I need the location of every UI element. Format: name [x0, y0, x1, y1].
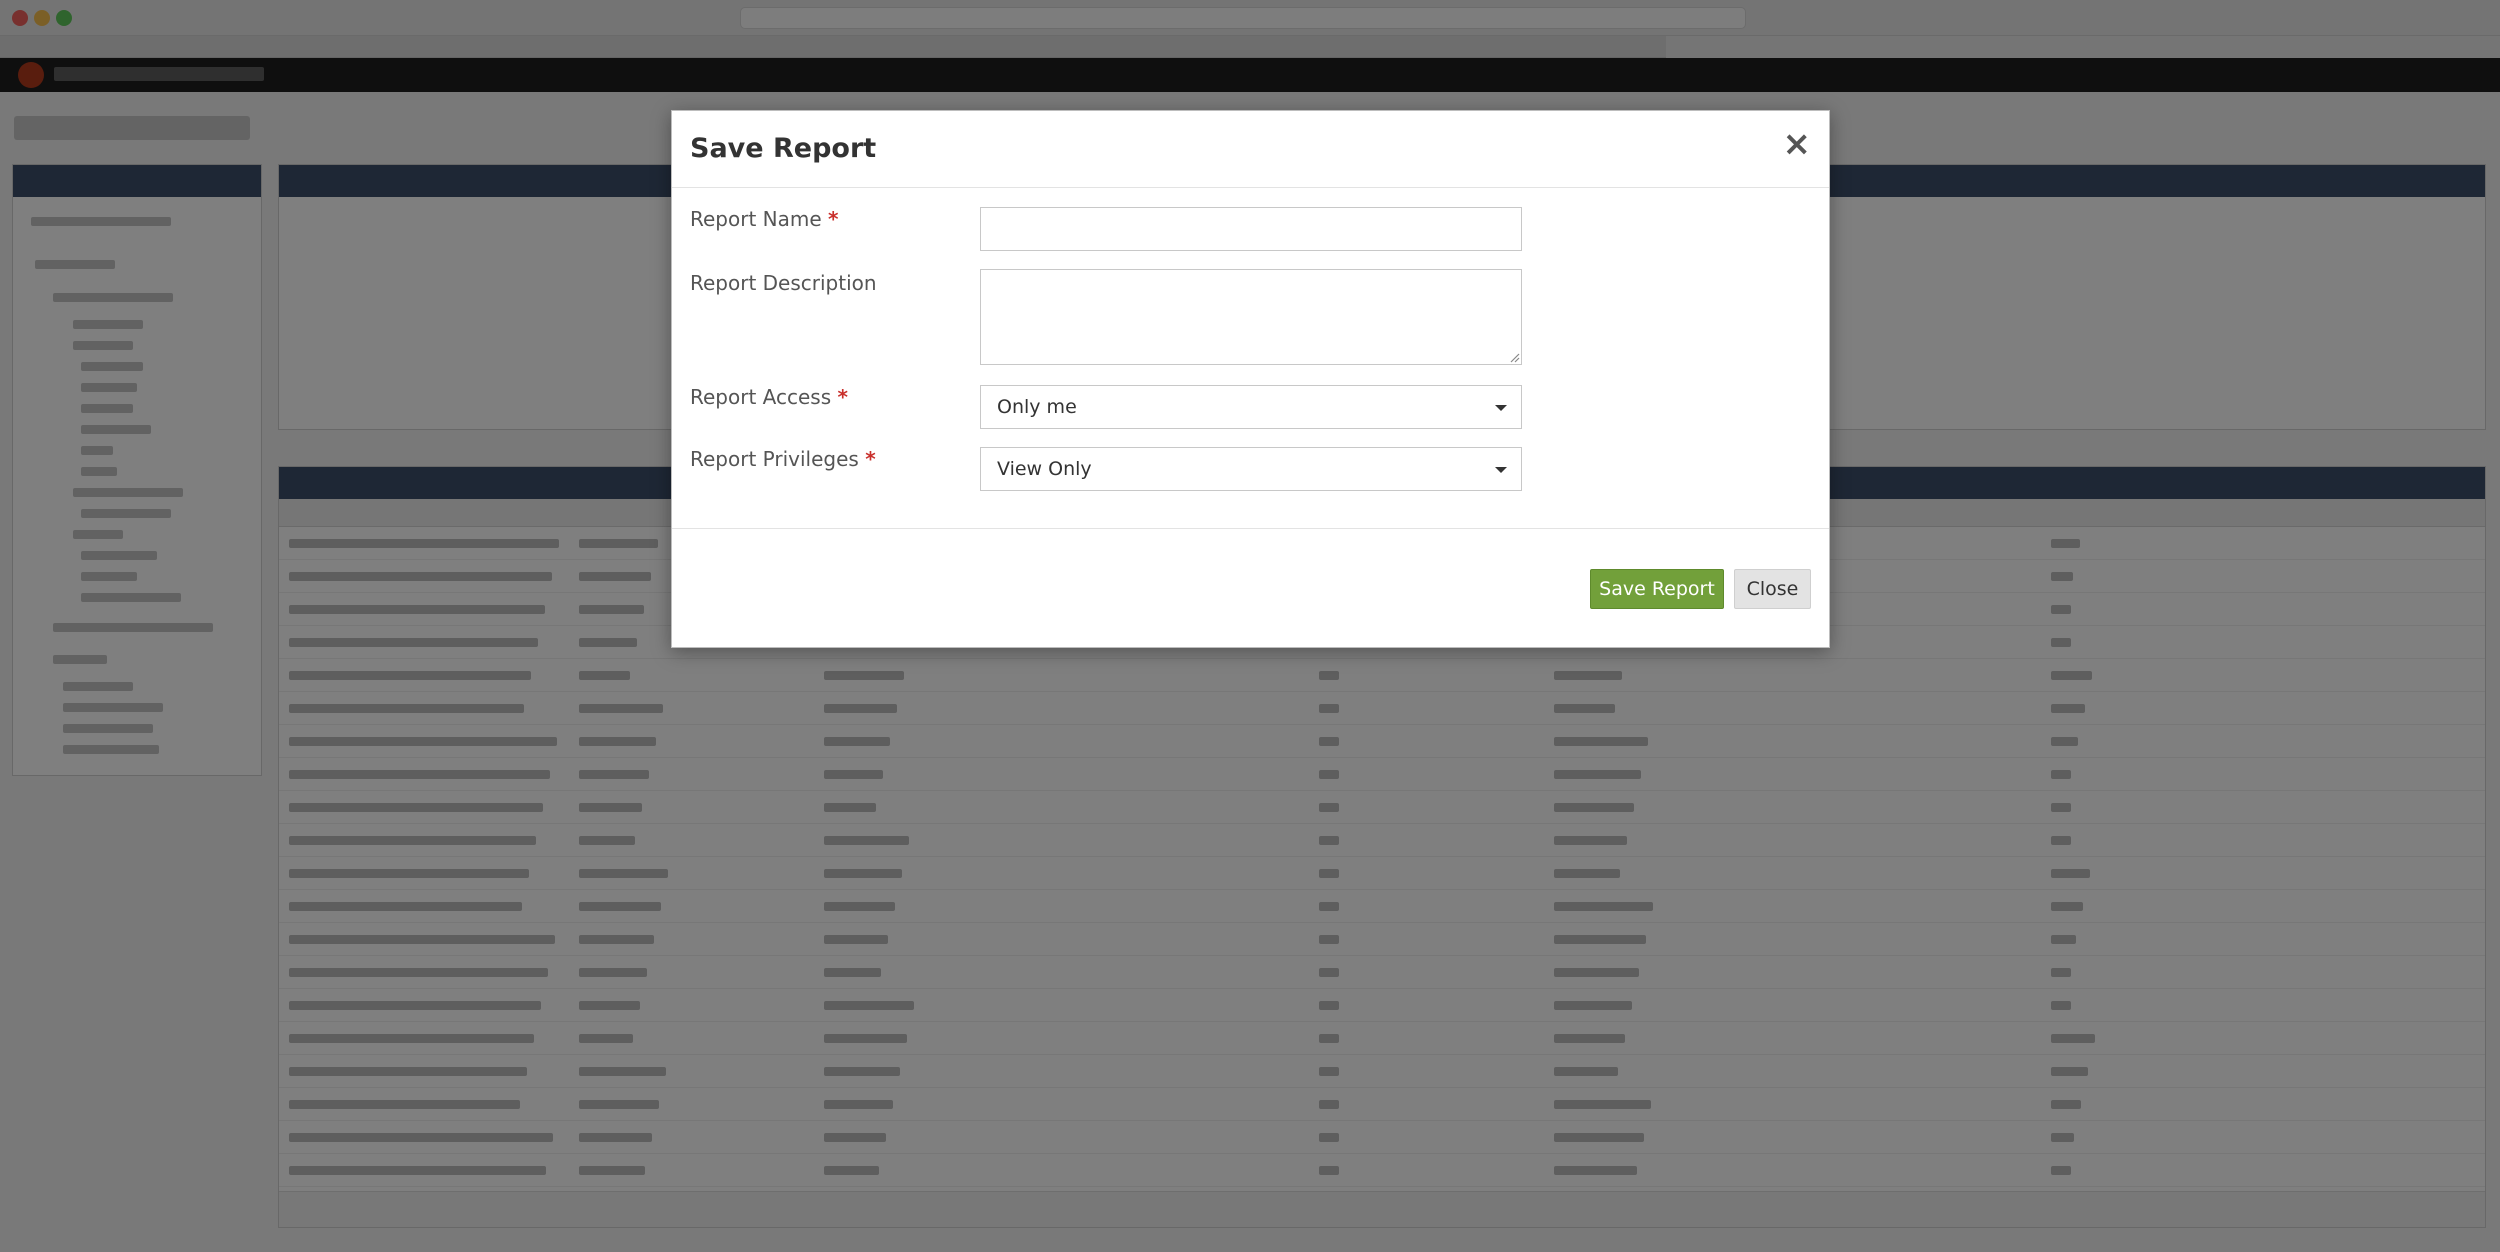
required-mark: *: [865, 447, 876, 471]
report-privileges-label: Report Privileges *: [690, 447, 876, 471]
dialog-title: Save Report: [690, 133, 877, 164]
dialog-header: Save Report ×: [672, 111, 1829, 188]
close-button[interactable]: Close: [1734, 569, 1811, 609]
save-report-button[interactable]: Save Report: [1590, 569, 1724, 609]
required-mark: *: [837, 385, 848, 409]
report-privileges-label-text: Report Privileges: [690, 447, 859, 471]
report-access-select[interactable]: Only me: [980, 385, 1522, 429]
report-privileges-select[interactable]: View Only: [980, 447, 1522, 491]
report-privileges-value: View Only: [997, 458, 1092, 480]
report-description-label: Report Description: [690, 271, 877, 295]
report-access-label: Report Access *: [690, 385, 848, 409]
report-name-input[interactable]: [980, 207, 1522, 251]
chevron-down-icon: [1495, 467, 1507, 473]
save-report-dialog: Save Report × Report Name * Report Descr…: [671, 110, 1830, 648]
report-name-label-text: Report Name: [690, 207, 822, 231]
dialog-footer: Save Report Close: [672, 528, 1829, 649]
report-description-textarea[interactable]: [980, 269, 1522, 365]
required-mark: *: [828, 207, 839, 231]
resize-grip-icon[interactable]: [1508, 351, 1520, 363]
report-name-label: Report Name *: [690, 207, 839, 231]
chevron-down-icon: [1495, 405, 1507, 411]
close-icon[interactable]: ×: [1783, 127, 1812, 161]
report-access-label-text: Report Access: [690, 385, 832, 409]
report-access-value: Only me: [997, 396, 1077, 418]
